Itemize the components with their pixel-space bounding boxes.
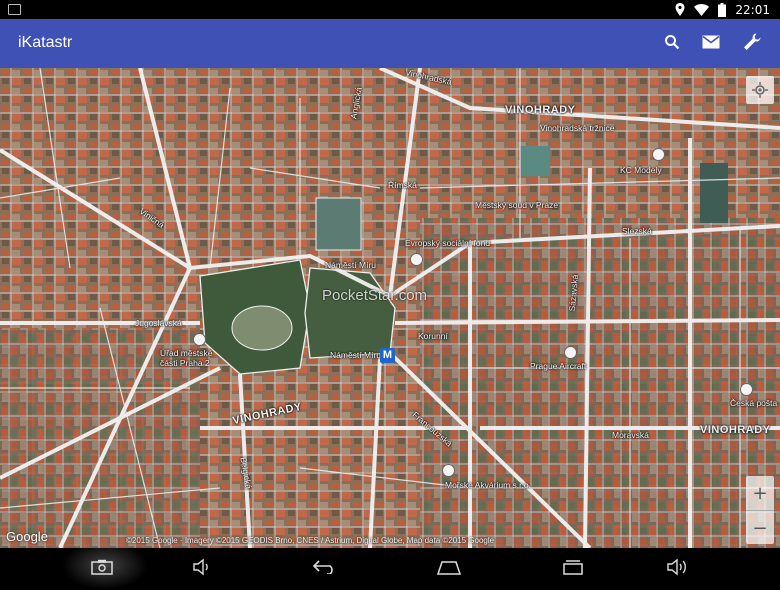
poi-marker[interactable] — [564, 346, 577, 359]
my-location-button[interactable] — [746, 76, 774, 104]
poi-marker[interactable] — [442, 464, 455, 477]
app-bar-actions — [664, 32, 762, 52]
battery-icon — [718, 2, 727, 17]
poi-marker[interactable] — [193, 333, 206, 346]
zoom-controls: + − — [746, 476, 774, 544]
map-view[interactable]: Vinohradská VINOHRADY Vinohradská tržnic… — [0, 68, 780, 548]
app-bar: iKatastr — [0, 19, 780, 68]
street-label: Korunní — [418, 331, 448, 341]
wrench-icon[interactable] — [742, 32, 762, 52]
status-icons: 22:01 — [675, 2, 770, 17]
volume-down-icon — [193, 558, 208, 575]
google-logo: Google — [6, 529, 48, 544]
volume-up-button[interactable] — [666, 556, 690, 577]
district-label: VINOHRADY — [505, 104, 576, 116]
map-attribution[interactable]: ©2015 Google · Imagery ©2015 GEODIS Brno… — [126, 536, 494, 545]
status-bar: 22:01 — [0, 0, 780, 19]
place-label: KC Modely — [620, 165, 662, 175]
recents-button[interactable] — [560, 556, 586, 577]
home-button[interactable] — [436, 556, 462, 577]
back-button[interactable] — [312, 556, 338, 577]
search-icon[interactable] — [664, 34, 680, 50]
place-label: Vinohradská tržnice — [540, 123, 615, 133]
street-label: Slezská — [622, 226, 652, 236]
location-icon — [675, 3, 685, 16]
poi-marker[interactable] — [652, 148, 665, 161]
clock: 22:01 — [735, 2, 770, 17]
place-label: Mořské Akvárium s.r.o. — [445, 480, 531, 490]
zoom-out-button[interactable]: − — [746, 510, 774, 545]
notification-icon — [8, 4, 21, 15]
back-icon — [313, 559, 333, 574]
metro-station-icon[interactable]: M — [380, 348, 395, 363]
zoom-in-button[interactable]: + — [746, 476, 774, 510]
wifi-icon — [694, 3, 710, 16]
app-title: iKatastr — [18, 34, 73, 51]
my-location-icon — [752, 82, 768, 98]
screenshot-icon — [91, 559, 113, 575]
place-label: Evropský sociální fond — [405, 238, 491, 248]
screenshot-button[interactable] — [90, 556, 114, 577]
mail-icon[interactable] — [702, 35, 720, 49]
place-label: Úřad městské části Praha 2 — [160, 348, 213, 368]
street-label: Jugoslávská — [135, 318, 182, 328]
satellite-imagery — [0, 68, 780, 548]
volume-up-icon — [667, 558, 686, 575]
poi-marker[interactable] — [740, 383, 753, 396]
street-label: Římská — [388, 180, 417, 190]
street-label: Moravská — [612, 430, 649, 440]
volume-down-button[interactable] — [192, 556, 214, 577]
place-label: Náměstí Míru — [330, 350, 382, 360]
home-icon — [437, 560, 461, 575]
place-label: Česká pošta — [730, 398, 778, 408]
system-nav-bar — [0, 540, 780, 590]
place-label: Prague Aircraft — [530, 361, 587, 371]
place-label: Městský soud v Praze — [475, 200, 559, 210]
watermark: PocketStar.com — [322, 287, 428, 304]
poi-marker[interactable] — [410, 253, 423, 266]
recents-icon — [563, 559, 583, 575]
place-label: Náměstí Míru — [325, 260, 377, 270]
district-label: VINOHRADY — [700, 424, 771, 436]
